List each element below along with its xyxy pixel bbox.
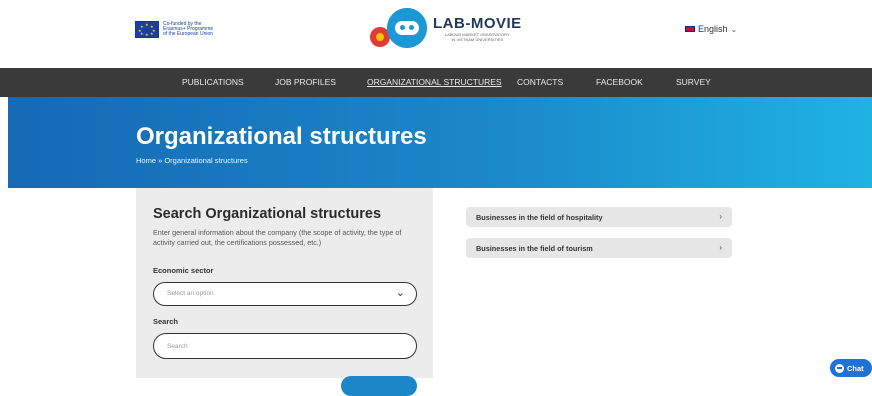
list-item[interactable]: Businesses in the field of tourism › bbox=[466, 238, 732, 258]
chat-button[interactable]: Chat bbox=[830, 359, 872, 377]
search-panel: Search Organizational structures Enter g… bbox=[136, 188, 433, 396]
economic-sector-label: Economic sector bbox=[153, 266, 214, 275]
brand-subtitle: IN VIETNAM UNIVERSITIES bbox=[451, 36, 504, 42]
chevron-right-icon: › bbox=[719, 212, 722, 221]
list-item[interactable]: Businesses in the field of hospitality › bbox=[466, 207, 732, 227]
nav-item-job-profiles[interactable]: JOB PROFILES bbox=[275, 77, 336, 87]
brand-title: LAB-MOVIE bbox=[433, 14, 522, 32]
list-item-label: Businesses in the field of hospitality bbox=[476, 213, 603, 222]
eu-flag-icon: ★ ★ ★ ★ ★ ★ ★ ★ bbox=[135, 20, 159, 38]
search-description: Enter general information about the comp… bbox=[153, 228, 402, 247]
brand-text: LAB-MOVIE LABOUR MARKET OBSERVATORY IN V… bbox=[433, 15, 522, 42]
search-input[interactable] bbox=[153, 333, 417, 359]
robot-eye bbox=[409, 25, 414, 30]
search-label: Search bbox=[153, 317, 179, 326]
language-label: English bbox=[698, 24, 728, 34]
eu-cofunded-logo: ★ ★ ★ ★ ★ ★ ★ ★ Co-funded by the Erasmus+ Pro… bbox=[135, 18, 217, 40]
chevron-right-icon: › bbox=[719, 243, 722, 252]
main-nav: PUBLICATIONS JOB PROFILES ORGANIZATIONAL… bbox=[0, 68, 872, 97]
chevron-down-icon: ⌄ bbox=[395, 287, 405, 299]
search-button[interactable] bbox=[341, 376, 417, 396]
chevron-down-icon: ⌄ bbox=[730, 24, 738, 34]
robot-eye bbox=[400, 25, 405, 30]
eu-text-line: of the European Union bbox=[163, 30, 214, 37]
nav-item-publications[interactable]: PUBLICATIONS bbox=[182, 77, 244, 87]
site-logo[interactable]: LAB-MOVIE LABOUR MARKET OBSERVATORY IN V… bbox=[370, 8, 522, 48]
nav-item-contacts[interactable]: CONTACTS bbox=[517, 77, 563, 87]
eu-cofunded-text: Co-funded by the Erasmus+ Programme of t… bbox=[163, 21, 214, 37]
site-header: ★ ★ ★ ★ ★ ★ ★ ★ Co-funded by the Erasmus+ Pro… bbox=[0, 0, 872, 68]
robot-gear-icon bbox=[387, 8, 427, 48]
page-hero: Organizational structures Home » Organiz… bbox=[8, 97, 872, 188]
brand-subtitle: LABOUR MARKET OBSERVATORY bbox=[444, 31, 510, 37]
list-item-label: Businesses in the field of tourism bbox=[476, 244, 593, 253]
uk-flag-icon bbox=[685, 26, 695, 32]
select-placeholder: Select an option bbox=[167, 290, 214, 297]
page-title: Organizational structures bbox=[136, 123, 427, 150]
nav-item-organizational-structures[interactable]: ORGANIZATIONAL STRUCTURES bbox=[367, 77, 502, 87]
economic-sector-select[interactable]: Select an option ⌄ bbox=[153, 282, 417, 306]
breadcrumb[interactable]: Home » Organizational structures bbox=[136, 156, 248, 165]
nav-item-facebook[interactable]: FACEBOOK bbox=[596, 77, 643, 87]
language-selector[interactable]: English ⌄ bbox=[685, 24, 737, 34]
chat-bubble-icon bbox=[835, 363, 844, 373]
search-title: Search Organizational structures bbox=[153, 206, 382, 222]
chat-label: Chat bbox=[847, 363, 864, 373]
nav-item-survey[interactable]: SURVEY bbox=[676, 77, 711, 87]
